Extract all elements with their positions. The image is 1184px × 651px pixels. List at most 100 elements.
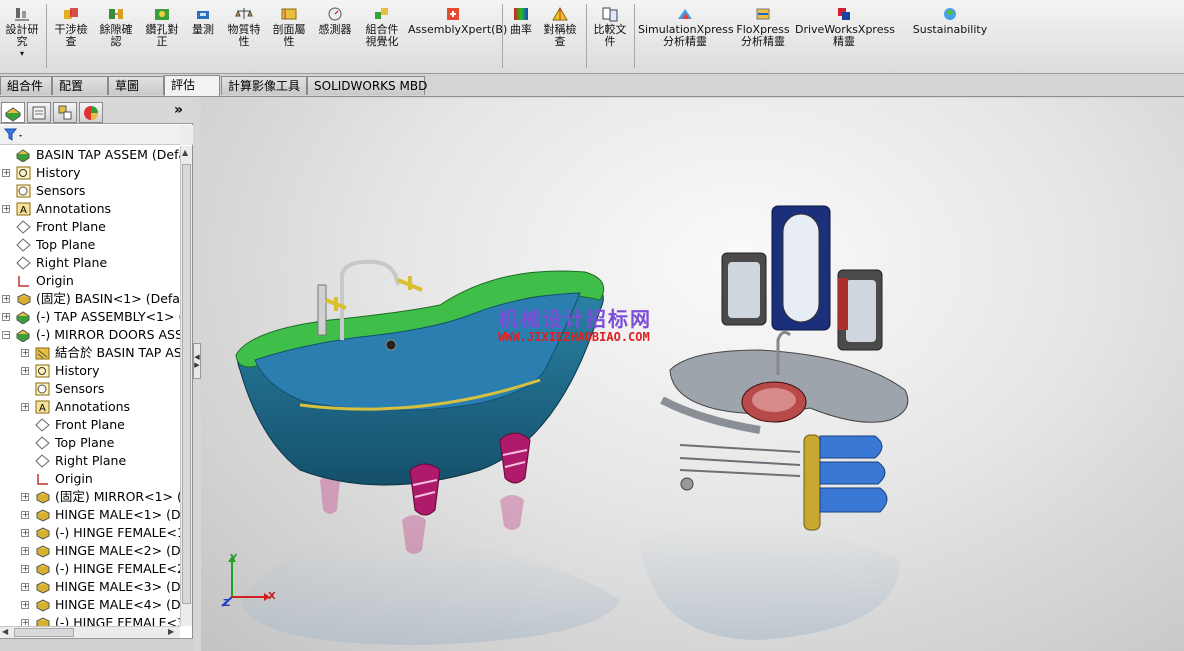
part-icon	[35, 545, 50, 558]
tree-item-right-plane[interactable]: Right Plane	[0, 254, 180, 272]
assembly-visualization-button[interactable]: 組合件 視覺化	[360, 6, 404, 48]
hole-alignment-button[interactable]: 鑽孔對 正	[142, 6, 182, 48]
expand-toggle-icon[interactable]: +	[21, 493, 29, 501]
expand-toggle-icon[interactable]: +	[21, 547, 29, 555]
bottom-model-tabs[interactable]	[0, 638, 193, 651]
driveworksxpress-button[interactable]: DriveWorksXpress 精靈	[795, 6, 895, 48]
tree-item-sensors[interactable]: Sensors	[0, 380, 180, 398]
section-properties-button[interactable]: 剖面屬 性	[268, 6, 310, 48]
tree-item-hinge-male-4-de[interactable]: + HINGE MALE<4> (De	[0, 596, 180, 614]
filter-icon[interactable]	[4, 128, 24, 142]
faucet-post	[317, 284, 327, 336]
expand-toggle-icon[interactable]: +	[21, 529, 29, 537]
tree-item-history[interactable]: + History	[0, 362, 180, 380]
tab-sketch[interactable]: 草圖	[108, 76, 164, 95]
expand-toggle-icon[interactable]: +	[21, 511, 29, 519]
expand-toggle-icon[interactable]: +	[21, 403, 29, 411]
tree-item-right-plane[interactable]: Right Plane	[0, 452, 180, 470]
tree-horizontal-scrollbar[interactable]: ◀ ▶	[0, 626, 180, 638]
tree-item-label: (-) HINGE FEMALE<1	[55, 525, 180, 540]
tree-item-mirror-1-d[interactable]: + (固定) MIRROR<1> (D	[0, 488, 180, 506]
floxpress-button[interactable]: FloXpress 分析精靈	[735, 6, 791, 48]
collapse-toggle-icon[interactable]: −	[2, 331, 10, 339]
display-manager-tab[interactable]	[79, 102, 103, 123]
simulationxpress-button[interactable]: SimulationXpress 分析精靈	[638, 6, 734, 48]
h-scrollbar-thumb[interactable]	[14, 628, 74, 637]
symmetry-check-button[interactable]: 對稱檢 查	[540, 6, 580, 48]
tree-item-origin[interactable]: Origin	[0, 470, 180, 488]
sustainability-button[interactable]: Sustainability	[912, 6, 988, 36]
expand-toggle-icon[interactable]: +	[21, 601, 29, 609]
compare-documents-icon	[602, 7, 618, 22]
tree-item-top-plane[interactable]: Top Plane	[0, 236, 180, 254]
feature-manager-tab[interactable]	[1, 102, 25, 123]
tree-item-annotations[interactable]: + A Annotations	[0, 398, 180, 416]
triad-y-label: Y	[230, 553, 238, 564]
expand-toggle-icon[interactable]: +	[21, 367, 29, 375]
tree-item-hinge-male-1-de[interactable]: + HINGE MALE<1> (De	[0, 506, 180, 524]
design-study-button[interactable]: 設計研 究 ▾	[4, 6, 40, 60]
origin-icon	[18, 276, 29, 287]
chevron-down-icon[interactable]: ▾	[4, 48, 40, 60]
tree-item-origin[interactable]: Origin	[0, 272, 180, 290]
expand-toggle-icon[interactable]: +	[21, 619, 29, 626]
clearance-button[interactable]: 餘隙確 認	[97, 6, 135, 48]
expand-toggle-icon[interactable]: +	[2, 313, 10, 321]
measure-button[interactable]: 量測	[188, 6, 218, 36]
mass-properties-button[interactable]: 物質特 性	[224, 6, 264, 48]
tree-item-tap-assembly-1-d[interactable]: + (-) TAP ASSEMBLY<1> (D	[0, 308, 180, 326]
assemblyxpert-icon	[447, 8, 459, 20]
vanity-model[interactable]	[660, 205, 909, 531]
expand-toggle-icon[interactable]: +	[2, 205, 10, 213]
expand-toggle-icon[interactable]: +	[2, 169, 10, 177]
tab-render-tools[interactable]: 計算影像工具	[221, 76, 307, 95]
sensor-button[interactable]: 感測器	[316, 6, 354, 36]
expand-toggle-icon[interactable]: +	[21, 583, 29, 591]
tree-item-hinge-female-1[interactable]: + (-) HINGE FEMALE<1	[0, 524, 180, 542]
tree-item-front-plane[interactable]: Front Plane	[0, 416, 180, 434]
scroll-left-arrow-icon[interactable]: ◀	[2, 627, 8, 636]
tree-item-label: HINGE MALE<3> (De	[55, 579, 180, 594]
tab-layout[interactable]: 配置	[52, 76, 108, 95]
tree-item-front-plane[interactable]: Front Plane	[0, 218, 180, 236]
tree-vertical-scrollbar[interactable]: ▲	[180, 146, 192, 626]
tab-assembly[interactable]: 組合件	[0, 76, 52, 95]
assemblyxpert-button[interactable]: AssemblyXpert(B)	[408, 6, 507, 36]
curvature-button[interactable]: 曲率	[507, 6, 535, 36]
tree-item-top-plane[interactable]: Top Plane	[0, 434, 180, 452]
tree-item-hinge-male-3-de[interactable]: + HINGE MALE<3> (De	[0, 578, 180, 596]
tree-item-hinge-male-2-de[interactable]: + HINGE MALE<2> (De	[0, 542, 180, 560]
graphics-area[interactable]: Y X Z 机械设计招标网 WWW.JIXIEZHAOBIAO.COM	[201, 98, 1184, 651]
tree-item-basin-tap-assem-default[interactable]: BASIN TAP ASSEM (Default<	[0, 146, 180, 164]
tree-item-history[interactable]: + History	[0, 164, 180, 182]
tree-item-mirror-doors-asse[interactable]: − (-) MIRROR DOORS ASSE	[0, 326, 180, 344]
tree-item-hinge-female-3[interactable]: + (-) HINGE FEMALE<3	[0, 614, 180, 626]
tree-item-label: BASIN TAP ASSEM (Default<	[36, 147, 180, 162]
panel-expand-chevron[interactable]: »	[174, 102, 183, 118]
property-manager-tab[interactable]	[27, 102, 51, 123]
compare-documents-button[interactable]: 比較文 件	[590, 6, 630, 48]
tab-evaluate[interactable]: 評估	[164, 75, 220, 96]
interference-button[interactable]: 干涉檢 查	[52, 6, 90, 48]
panel-collapse-handle[interactable]: ◀ ▶	[193, 343, 201, 379]
expand-toggle-icon[interactable]: +	[21, 349, 29, 357]
tree-item-basin-tap-ass[interactable]: + 結合於 BASIN TAP ASS	[0, 344, 180, 362]
scroll-up-arrow-icon[interactable]: ▲	[182, 148, 188, 157]
configuration-manager-tab[interactable]	[53, 102, 77, 123]
tree-item-basin-1-default[interactable]: + (固定) BASIN<1> (Default	[0, 290, 180, 308]
bathtub-model[interactable]	[235, 259, 605, 516]
expand-toggle-icon[interactable]: +	[21, 565, 29, 573]
tree-item-annotations[interactable]: + A Annotations	[0, 200, 180, 218]
view-toolbar-icons	[555, 98, 895, 99]
scroll-right-arrow-icon[interactable]: ▶	[168, 627, 174, 636]
feature-tree-icon	[5, 107, 21, 122]
scrollbar-thumb[interactable]	[182, 164, 191, 604]
expand-toggle-icon[interactable]: +	[2, 295, 10, 303]
tree-item-sensors[interactable]: Sensors	[0, 182, 180, 200]
command-manager-tabs: 組合件 配置 草圖 評估 計算影像工具 SOLIDWORKS MBD	[0, 74, 1184, 97]
model-scene	[221, 205, 909, 645]
tab-solidworks-mbd[interactable]: SOLIDWORKS MBD	[307, 76, 427, 95]
sensors-icon	[35, 382, 50, 396]
tree-item-hinge-female-2[interactable]: + (-) HINGE FEMALE<2	[0, 560, 180, 578]
floxpress-icon	[756, 8, 770, 20]
